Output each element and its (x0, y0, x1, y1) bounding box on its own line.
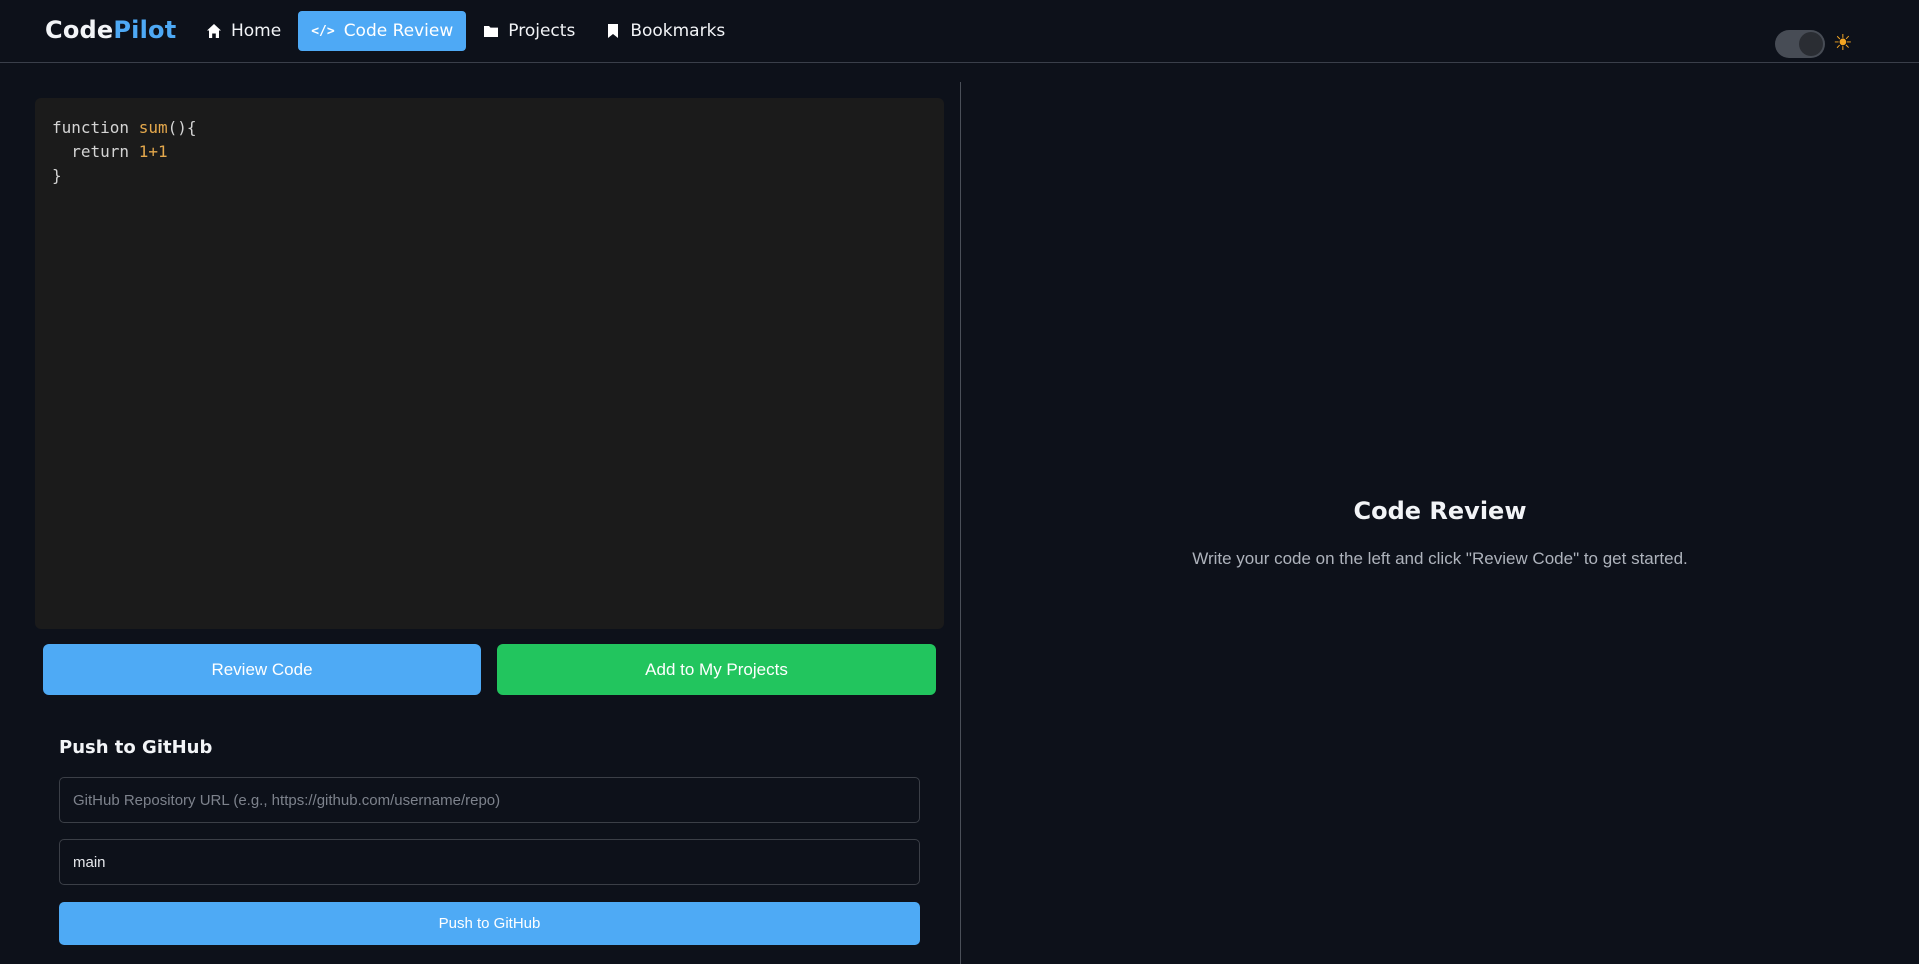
nav-bookmarks-label: Bookmarks (630, 21, 726, 41)
nav-projects-label: Projects (508, 21, 576, 41)
bookmark-icon (608, 24, 619, 38)
github-branch-input[interactable] (59, 839, 920, 885)
nav-code-review-label: Code Review (343, 21, 454, 41)
code-editor[interactable]: function sum(){ return 1+1} (35, 98, 944, 629)
github-section-title: Push to GitHub (59, 737, 213, 758)
code-token: (){ (167, 118, 197, 137)
main-nav: Home </> Code Review Projects Bookmarks (193, 11, 742, 51)
home-icon (207, 24, 221, 38)
code-token: } (52, 166, 62, 185)
code-line: return 1+1 (52, 140, 927, 164)
brand-part-pilot: Pilot (113, 16, 177, 44)
nav-home[interactable]: Home (193, 11, 294, 51)
navbar: CodePilot Home </> Code Review Projects … (0, 0, 1919, 63)
sun-icon: ☀ (1833, 31, 1853, 56)
review-panel-title: Code Review (1353, 497, 1527, 525)
code-line: } (52, 164, 927, 188)
nav-code-review[interactable]: </> Code Review (298, 11, 467, 51)
code-token: 1+1 (138, 142, 168, 161)
theme-toggle[interactable] (1775, 30, 1825, 58)
code-token: return (52, 142, 139, 161)
push-to-github-button[interactable]: Push to GitHub (59, 902, 920, 945)
code-token: function (52, 118, 139, 137)
review-code-button[interactable]: Review Code (43, 644, 481, 695)
nav-projects[interactable]: Projects (470, 11, 588, 51)
add-to-projects-button[interactable]: Add to My Projects (497, 644, 936, 695)
code-token: sum (138, 118, 168, 137)
code-line: function sum(){ (52, 116, 927, 140)
theme-toggle-knob (1799, 32, 1823, 56)
nav-home-label: Home (231, 21, 282, 41)
brand-part-code: Code (45, 16, 114, 44)
nav-bookmarks[interactable]: Bookmarks (592, 11, 738, 51)
github-repo-url-input[interactable] (59, 777, 920, 823)
review-panel-subtitle: Write your code on the left and click "R… (1192, 549, 1688, 568)
theme-controls: ☀ (1775, 30, 1853, 58)
brand-logo[interactable]: CodePilot (45, 16, 176, 44)
folder-icon (484, 26, 499, 37)
code-icon: </> (311, 23, 335, 39)
